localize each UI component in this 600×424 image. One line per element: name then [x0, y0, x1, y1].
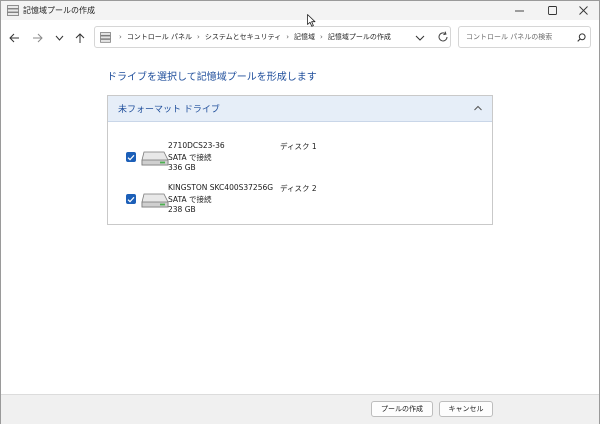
breadcrumb-system-security[interactable]: システムとセキュリティ [205, 32, 281, 42]
mouse-cursor-icon [307, 14, 316, 27]
drive-size: 238 GB [168, 205, 196, 214]
window-title: 記憶域プールの作成 [23, 6, 95, 15]
back-button[interactable] [7, 31, 21, 45]
search-input[interactable] [458, 26, 591, 48]
close-icon [578, 6, 588, 15]
list-item[interactable]: KINGSTON SKC400S37256G SATA で接続 238 GB デ… [124, 183, 484, 223]
breadcrumb-separator: › [320, 33, 323, 41]
drive-checkbox[interactable] [126, 194, 136, 204]
hard-drive-icon [141, 151, 169, 166]
minimize-icon [514, 10, 524, 12]
drive-size: 336 GB [168, 163, 196, 172]
drive-connection: SATA で接続 [168, 153, 212, 162]
minimize-button[interactable] [503, 1, 535, 20]
close-button[interactable] [567, 1, 599, 20]
arrow-right-icon [32, 33, 43, 43]
disk-number: ディスク 1 [280, 142, 317, 151]
drive-connection: SATA で接続 [168, 195, 212, 204]
cancel-button[interactable]: キャンセル [439, 401, 493, 417]
chevron-down-icon [55, 35, 63, 41]
page-title: ドライブを選択して記憶域プールを形成します [107, 72, 317, 83]
breadcrumb-separator: › [197, 33, 200, 41]
create-pool-button[interactable]: プールの作成 [371, 401, 433, 417]
breadcrumb: › コントロール パネル › システムとセキュリティ › 記憶域 › 記憶域プー… [114, 32, 391, 42]
address-path[interactable]: › コントロール パネル › システムとセキュリティ › 記憶域 › 記憶域プー… [94, 26, 451, 48]
group-header[interactable]: 未フォーマット ドライブ [108, 96, 492, 122]
breadcrumb-create-pool[interactable]: 記憶域プールの作成 [328, 32, 391, 42]
storage-pool-icon [7, 5, 19, 16]
drive-name: 2710DCS23-36 [168, 141, 225, 150]
list-item[interactable]: 2710DCS23-36 SATA で接続 336 GB ディスク 1 [124, 141, 484, 181]
recent-locations-button[interactable] [52, 31, 66, 45]
checkmark-icon [127, 196, 135, 202]
group-title: 未フォーマット ドライブ [118, 105, 220, 115]
breadcrumb-control-panel[interactable]: コントロール パネル [127, 32, 192, 42]
maximize-icon [547, 6, 557, 15]
chevron-up-icon[interactable] [473, 104, 483, 112]
breadcrumb-separator: › [286, 33, 290, 41]
maximize-button[interactable] [536, 1, 568, 20]
chevron-down-icon[interactable] [415, 33, 425, 43]
breadcrumb-storage-spaces[interactable]: 記憶域 [294, 32, 315, 42]
footer-bar: プールの作成 キャンセル [1, 394, 599, 424]
search-icon[interactable] [577, 33, 586, 42]
drive-name: KINGSTON SKC400S37256G [168, 183, 274, 192]
title-bar[interactable]: 記憶域プールの作成 [1, 1, 599, 20]
forward-button[interactable] [30, 31, 44, 45]
checkmark-icon [127, 154, 135, 160]
refresh-icon[interactable] [437, 31, 449, 43]
arrow-left-icon [8, 33, 19, 43]
unformatted-drives-group: 未フォーマット ドライブ 2710DCS23-36 SATA で接続 336 G… [107, 95, 493, 225]
drive-checkbox[interactable] [126, 152, 136, 162]
up-button[interactable] [73, 31, 87, 45]
breadcrumb-separator: › [119, 33, 122, 41]
address-bar: › コントロール パネル › システムとセキュリティ › 記憶域 › 記憶域プー… [1, 20, 599, 54]
control-panel-icon [100, 32, 111, 43]
content-area: ドライブを選択して記憶域プールを形成します 未フォーマット ドライブ 2710D… [1, 54, 599, 394]
hard-drive-icon [141, 193, 169, 208]
disk-number: ディスク 2 [280, 184, 317, 193]
create-storage-pool-window: 記憶域プールの作成 › コントロール パネル › システムとセキュリティ › 記… [0, 0, 600, 424]
arrow-up-icon [75, 32, 85, 43]
